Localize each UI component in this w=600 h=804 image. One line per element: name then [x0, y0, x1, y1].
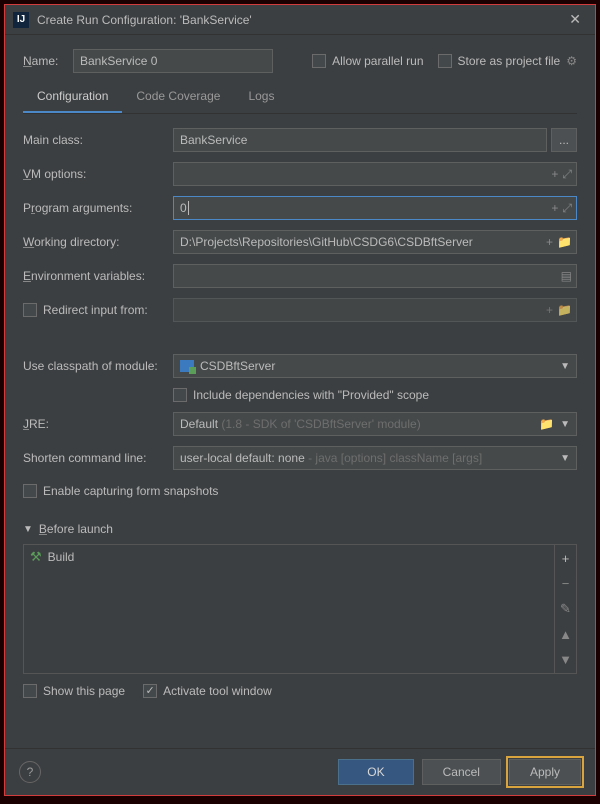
allow-parallel-checkbox[interactable]: Allow parallel run	[312, 54, 423, 68]
module-icon	[180, 360, 194, 372]
dialog-window: IJ Create Run Configuration: 'BankServic…	[4, 4, 596, 796]
folder-icon[interactable]: 📁	[557, 235, 572, 249]
working-dir-label: Working directory:	[23, 235, 173, 249]
tab-logs[interactable]: Logs	[234, 83, 288, 113]
checkbox-icon	[23, 684, 37, 698]
hammer-icon: ⚒	[30, 549, 42, 565]
app-icon: IJ	[13, 12, 29, 28]
working-dir-input[interactable]: D:\Projects\Repositories\GitHub\CSDG6\CS…	[173, 230, 577, 254]
show-this-page-checkbox[interactable]: Show this page	[23, 684, 125, 698]
main-class-input[interactable]: BankService	[173, 128, 547, 152]
move-up-button[interactable]: ▲	[559, 627, 572, 642]
include-provided-checkbox[interactable]: Include dependencies with "Provided" sco…	[173, 388, 577, 402]
dialog-footer: ? OK Cancel Apply	[5, 748, 595, 795]
env-vars-input[interactable]: ▤	[173, 264, 577, 288]
redirect-input-checkbox[interactable]: Redirect input from:	[23, 303, 173, 317]
tabs: Configuration Code Coverage Logs	[23, 83, 577, 114]
expand-icon[interactable]: ⤢	[562, 201, 572, 216]
checkbox-icon	[143, 684, 157, 698]
browse-main-class-button[interactable]: ...	[551, 128, 577, 152]
chevron-down-icon: ▼	[560, 361, 570, 372]
edit-task-button[interactable]: ✎	[560, 601, 571, 617]
program-args-input[interactable]: 0 + ⤢	[173, 196, 577, 220]
main-class-label: Main class:	[23, 133, 173, 147]
checkbox-icon	[23, 303, 37, 317]
move-down-button[interactable]: ▼	[559, 652, 572, 667]
activate-tool-window-checkbox[interactable]: Activate tool window	[143, 684, 272, 698]
titlebar: IJ Create Run Configuration: 'BankServic…	[5, 5, 595, 35]
cancel-button[interactable]: Cancel	[422, 759, 501, 785]
jre-label: JRE:	[23, 417, 173, 431]
tab-configuration[interactable]: Configuration	[23, 83, 122, 113]
expand-icon[interactable]: ⤢	[562, 167, 572, 182]
shorten-label: Shorten command line:	[23, 451, 173, 465]
tab-code-coverage[interactable]: Code Coverage	[122, 83, 234, 113]
gear-icon[interactable]: ⚙	[566, 54, 577, 68]
chevron-down-icon: ▼	[560, 453, 570, 464]
vm-options-input[interactable]: + ⤢	[173, 162, 577, 186]
folder-icon[interactable]: 📁	[539, 417, 554, 431]
env-vars-label: Environment variables:	[23, 269, 173, 283]
plus-icon[interactable]: +	[546, 303, 553, 317]
before-launch-list[interactable]: ⚒ Build	[24, 545, 554, 673]
remove-task-button[interactable]: −	[562, 576, 570, 591]
plus-icon[interactable]: +	[546, 235, 553, 249]
before-launch-toggle[interactable]: ▼ Before launch	[23, 522, 577, 536]
redirect-input-field[interactable]: + 📁	[173, 298, 577, 322]
before-launch-panel: ⚒ Build + − ✎ ▲ ▼	[23, 544, 577, 674]
list-item[interactable]: ⚒ Build	[30, 549, 548, 565]
checkbox-icon	[23, 484, 37, 498]
close-icon[interactable]: ✕	[563, 9, 587, 30]
name-input[interactable]	[73, 49, 273, 73]
jre-dropdown[interactable]: Default (1.8 - SDK of 'CSDBftServer' mod…	[173, 412, 577, 436]
shorten-dropdown[interactable]: user-local default: none - java [options…	[173, 446, 577, 470]
classpath-dropdown[interactable]: CSDBftServer ▼	[173, 354, 577, 378]
window-title: Create Run Configuration: 'BankService'	[37, 13, 563, 27]
checkbox-icon	[173, 388, 187, 402]
plus-icon[interactable]: +	[551, 167, 558, 182]
help-button[interactable]: ?	[19, 761, 41, 783]
plus-icon[interactable]: +	[551, 201, 558, 216]
chevron-down-icon: ▼	[23, 524, 33, 535]
apply-button[interactable]: Apply	[509, 759, 581, 785]
chevron-down-icon: ▼	[560, 419, 570, 430]
store-as-project-checkbox[interactable]: Store as project file	[438, 54, 561, 68]
checkbox-icon	[312, 54, 326, 68]
list-icon[interactable]: ▤	[561, 269, 572, 283]
name-label: Name:	[23, 54, 73, 68]
program-args-label: Program arguments:	[23, 201, 173, 215]
checkbox-icon	[438, 54, 452, 68]
add-task-button[interactable]: +	[562, 551, 570, 566]
vm-options-label: VM options:	[23, 167, 173, 181]
enable-snapshots-checkbox[interactable]: Enable capturing form snapshots	[23, 484, 577, 498]
store-project-label: Store as project file	[458, 54, 561, 68]
ok-button[interactable]: OK	[338, 759, 413, 785]
allow-parallel-label: Allow parallel run	[332, 54, 423, 68]
folder-icon[interactable]: 📁	[557, 303, 572, 317]
classpath-label: Use classpath of module:	[23, 359, 173, 373]
